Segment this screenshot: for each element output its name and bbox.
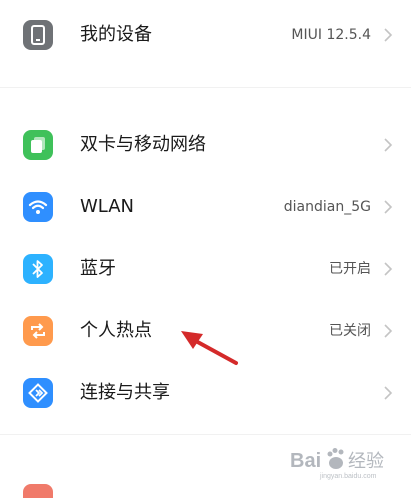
baidu-watermark-logo: Bai 经验 jingyan.baidu.com xyxy=(290,448,384,480)
settings-row-connection-sharing[interactable]: 连接与共享 xyxy=(0,362,411,424)
chevron-right-icon xyxy=(384,200,393,214)
row-value: MIUI 12.5.4 xyxy=(291,27,371,43)
row-label: WLAN xyxy=(80,196,135,217)
chevron-right-icon xyxy=(384,28,393,42)
settings-row-my-device[interactable]: 我的设备 MIUI 12.5.4 xyxy=(0,4,411,66)
row-value: 已关闭 xyxy=(329,323,371,339)
sim-icon xyxy=(23,130,53,160)
hotspot-icon xyxy=(23,316,53,346)
row-label: 连接与共享 xyxy=(80,382,170,403)
svg-text:经验: 经验 xyxy=(348,451,384,472)
phone-icon xyxy=(23,20,53,50)
bluetooth-icon xyxy=(23,254,53,284)
row-value: 已开启 xyxy=(329,261,371,277)
next-row-icon-partial xyxy=(23,484,53,498)
chevron-right-icon xyxy=(384,138,393,152)
section-divider xyxy=(0,434,411,435)
row-value: diandian_5G xyxy=(283,199,371,215)
row-label: 个人热点 xyxy=(80,320,152,341)
share-icon xyxy=(23,378,53,408)
chevron-right-icon xyxy=(384,262,393,276)
row-label: 双卡与移动网络 xyxy=(80,134,206,155)
settings-row-hotspot[interactable]: 个人热点 已关闭 xyxy=(0,300,411,362)
chevron-right-icon xyxy=(384,386,393,400)
settings-row-wlan[interactable]: WLAN diandian_5G xyxy=(0,176,411,238)
settings-row-bluetooth[interactable]: 蓝牙 已开启 xyxy=(0,238,411,300)
wifi-icon xyxy=(23,192,53,222)
svg-text:Bai: Bai xyxy=(290,450,321,472)
chevron-right-icon xyxy=(384,324,393,338)
svg-text:jingyan.baidu.com: jingyan.baidu.com xyxy=(319,473,377,480)
row-label: 我的设备 xyxy=(80,24,152,45)
row-label: 蓝牙 xyxy=(80,258,116,279)
section-divider xyxy=(0,87,411,88)
settings-row-sim-network[interactable]: 双卡与移动网络 xyxy=(0,114,411,176)
